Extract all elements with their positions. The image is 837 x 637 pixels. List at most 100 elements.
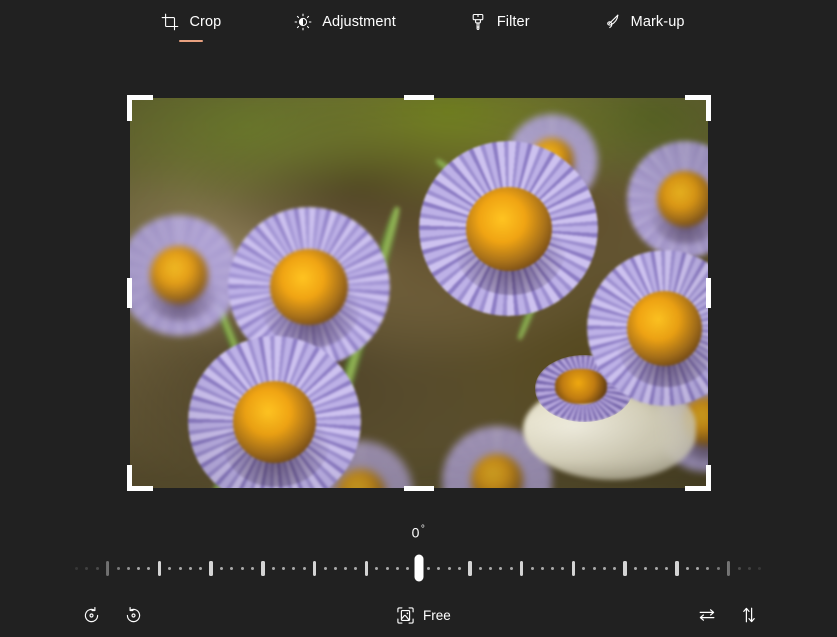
ruler-tick-minor [179, 567, 182, 570]
tab-filter[interactable]: Filter [454, 0, 544, 42]
tab-adjustment[interactable]: Adjustment [279, 0, 410, 42]
tab-crop-label: Crop [189, 13, 221, 31]
ruler-tick-minor [706, 567, 709, 570]
ruler-tick-minor [499, 567, 502, 570]
ruler-tick-minor [127, 567, 130, 570]
ruler-tick-minor [531, 567, 534, 570]
crop-icon [160, 12, 180, 32]
tab-crop[interactable]: Crop [146, 0, 235, 42]
active-tab-indicator [179, 40, 203, 43]
ruler-tick-minor [758, 567, 761, 570]
crop-handle-top-right[interactable] [685, 95, 711, 121]
brightness-icon [293, 12, 313, 32]
crop-handle-middle-right[interactable] [706, 278, 711, 308]
aspect-ratio-icon [396, 606, 415, 625]
ruler-tick-major [365, 561, 369, 576]
flip-horizontal-button[interactable] [690, 597, 724, 633]
crop-handle-bottom-center[interactable] [404, 486, 434, 491]
rotate-left-button[interactable] [74, 597, 108, 633]
ruler-tick-minor [386, 567, 389, 570]
rotate-counterclockwise-icon [82, 606, 101, 625]
ruler-tick-minor [324, 567, 327, 570]
ruler-tick-minor [593, 567, 596, 570]
bottom-toolbar: Free [0, 592, 837, 637]
ruler-tick-minor [748, 567, 751, 570]
ruler-tick-minor [696, 567, 699, 570]
ruler-tick-minor [189, 567, 192, 570]
ruler-tick-minor [272, 567, 275, 570]
crop-handle-middle-left[interactable] [127, 278, 132, 308]
ruler-tick-minor [117, 567, 120, 570]
ruler-tick-minor [551, 567, 554, 570]
photo-image[interactable] [130, 98, 708, 488]
crop-handle-top-center[interactable] [404, 95, 434, 100]
ruler-tick-minor [541, 567, 544, 570]
ruler-tick-minor [168, 567, 171, 570]
ruler-tick-minor [510, 567, 513, 570]
crop-handle-bottom-right[interactable] [685, 465, 711, 491]
ruler-tick-minor [251, 567, 254, 570]
rotate-right-button[interactable] [116, 597, 150, 633]
ruler-tick-minor [230, 567, 233, 570]
ruler-tick-minor [292, 567, 295, 570]
ruler-tick-minor [686, 567, 689, 570]
aspect-ratio-label: Free [423, 608, 451, 623]
ruler-tick-minor [613, 567, 616, 570]
crop-handle-top-left[interactable] [127, 95, 153, 121]
ruler-tick-major [209, 561, 213, 576]
ruler-tick-minor [334, 567, 337, 570]
paintbrush-icon [468, 12, 488, 32]
ruler-tick-major [261, 561, 265, 576]
aspect-ratio-button[interactable]: Free [388, 597, 459, 633]
canvas-area [0, 48, 837, 510]
ruler-tick-minor [634, 567, 637, 570]
rotation-slider-thumb[interactable] [414, 555, 423, 582]
top-toolbar: Crop Adjustment Filter [0, 0, 837, 48]
ruler-tick-minor [561, 567, 564, 570]
rotate-clockwise-icon [124, 606, 143, 625]
rotation-slider[interactable] [75, 553, 762, 583]
ruler-tick-minor [479, 567, 482, 570]
ruler-tick-minor [75, 567, 78, 570]
ruler-tick-major [572, 561, 576, 576]
ruler-tick-minor [738, 567, 741, 570]
ruler-tick-minor [303, 567, 306, 570]
ruler-tick-major [468, 561, 472, 576]
crop-frame[interactable] [130, 98, 708, 488]
ruler-tick-major [106, 561, 110, 576]
ruler-tick-minor [147, 567, 150, 570]
ruler-tick-minor [396, 567, 399, 570]
crop-handle-bottom-left[interactable] [127, 465, 153, 491]
daisy-flower-core [555, 369, 607, 404]
tab-markup-label: Mark-up [631, 13, 685, 31]
ruler-tick-minor [96, 567, 99, 570]
ruler-tick-major [313, 561, 317, 576]
ruler-tick-minor [489, 567, 492, 570]
ruler-tick-minor [448, 567, 451, 570]
flip-vertical-button[interactable] [732, 597, 766, 633]
ruler-tick-minor [655, 567, 658, 570]
flip-horizontal-icon [697, 605, 717, 625]
ruler-tick-major [623, 561, 627, 576]
ruler-tick-minor [665, 567, 668, 570]
ruler-tick-minor [85, 567, 88, 570]
ruler-tick-minor [354, 567, 357, 570]
ruler-tick-major [675, 561, 679, 576]
ruler-tick-minor [199, 567, 202, 570]
degree-symbol: ° [421, 524, 426, 535]
daisy-flower [419, 141, 598, 317]
tab-markup[interactable]: Mark-up [588, 0, 699, 42]
ruler-tick-minor [582, 567, 585, 570]
ruler-tick-minor [406, 567, 409, 570]
ruler-tick-major [158, 561, 162, 576]
ruler-tick-minor [137, 567, 140, 570]
ruler-tick-minor [375, 567, 378, 570]
ruler-tick-minor [603, 567, 606, 570]
ruler-tick-minor [644, 567, 647, 570]
flip-vertical-icon [739, 605, 759, 625]
ruler-tick-minor [458, 567, 461, 570]
ruler-tick-minor [717, 567, 720, 570]
ruler-tick-minor [427, 567, 430, 570]
ruler-tick-minor [344, 567, 347, 570]
ruler-tick-minor [241, 567, 244, 570]
